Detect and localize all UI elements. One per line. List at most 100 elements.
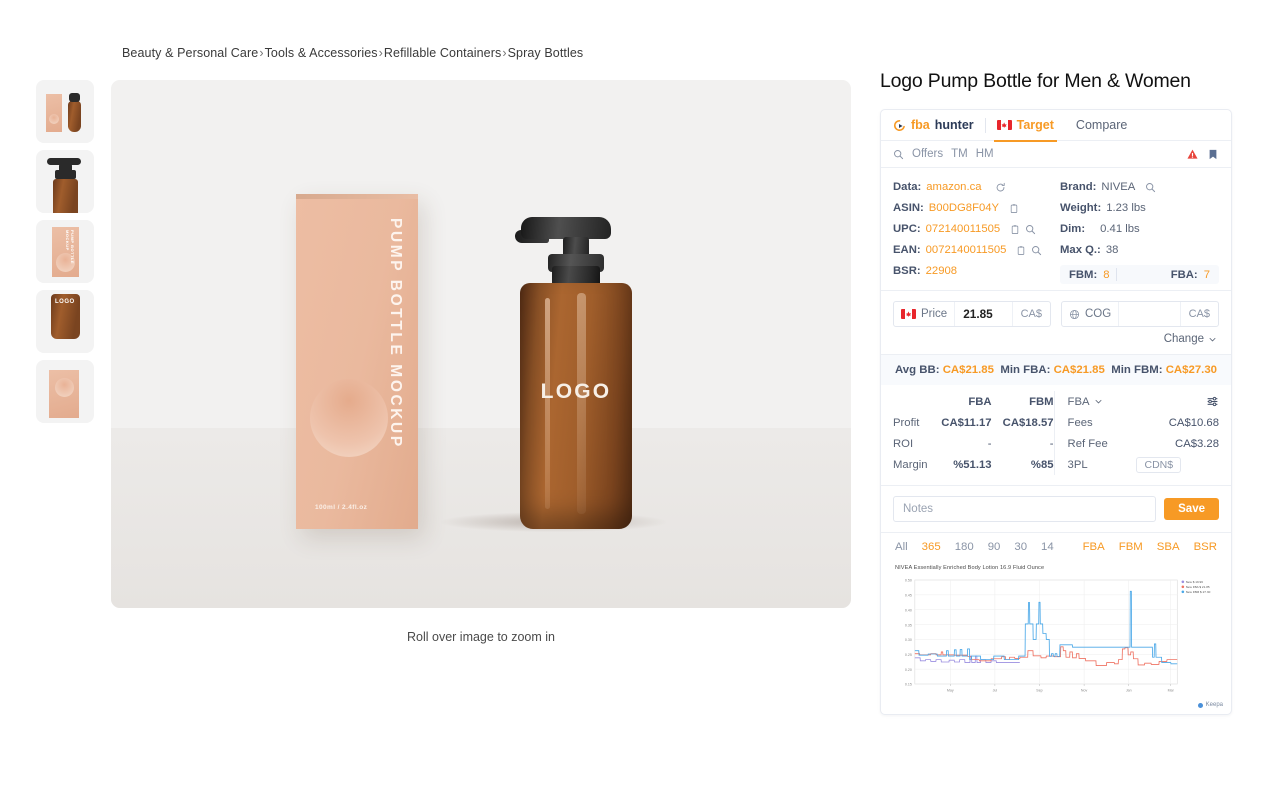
box-top-edge xyxy=(296,194,418,199)
profit-fba-value: CA$11.17 xyxy=(941,416,992,429)
change-dropdown[interactable]: Change xyxy=(881,327,1231,354)
fees-mode-label: FBA xyxy=(1067,395,1090,408)
profit-table: FBA FBM Profit CA$11.17 CA$18.57 ROI - - xyxy=(881,385,1231,485)
offers-label[interactable]: Offers xyxy=(912,148,943,160)
copy-icon[interactable] xyxy=(1016,245,1026,256)
bsr-value[interactable]: 22908 xyxy=(926,261,957,282)
settings-sliders-icon[interactable] xyxy=(1206,395,1219,408)
product-box: PUMP BOTTLE MOCKUP 100ml / 2.4fl.oz xyxy=(296,194,418,529)
copy-icon[interactable] xyxy=(1010,224,1020,235)
copy-icon[interactable] xyxy=(1009,203,1019,214)
upc-value[interactable]: 072140011505 xyxy=(926,219,1001,240)
canada-flag-icon xyxy=(901,309,916,320)
svg-text:0.20: 0.20 xyxy=(905,668,912,672)
thumbnail-bottle-logo[interactable]: LOGO xyxy=(36,290,94,353)
refresh-icon[interactable] xyxy=(995,182,1006,193)
notes-row: Notes Save xyxy=(881,486,1231,532)
svg-text:0.15: 0.15 xyxy=(905,683,912,687)
breadcrumb-item-3[interactable]: Spray Bottles xyxy=(508,46,584,60)
filter-series-sba[interactable]: SBA xyxy=(1157,541,1180,553)
box-circle-graphic xyxy=(310,379,388,457)
tab-compare[interactable]: Compare xyxy=(1065,110,1138,141)
data-row-asin: ASIN: B00DG8F04Y xyxy=(893,198,1052,219)
min-fba-label: Min FBA: xyxy=(1000,364,1051,377)
ean-label: EAN: xyxy=(893,244,921,257)
fees-value: CA$10.68 xyxy=(1168,416,1219,429)
extension-card: fba hunter Target Compare Offers TM HM D… xyxy=(880,109,1232,716)
price-history-chart[interactable]: NIVEA Essentially Enriched Body Lotion 1… xyxy=(881,559,1231,708)
filter-series-fbm[interactable]: FBM xyxy=(1119,541,1143,553)
threepl-label: 3PL xyxy=(1067,458,1088,471)
zoom-hint-caption: Roll over image to zoom in xyxy=(407,630,555,644)
thumbnail-box-angled[interactable] xyxy=(36,360,94,423)
threepl-currency-chip[interactable]: CDN$ xyxy=(1136,456,1182,473)
price-input[interactable]: Price 21.85 CA$ xyxy=(893,301,1051,328)
data-row-maxq: Max Q.: 38 xyxy=(1060,240,1219,261)
change-label: Change xyxy=(1163,333,1204,346)
thumbnail-box-front[interactable]: PUMP BOTTLE MOCKUP xyxy=(36,220,94,283)
filter-series-fba[interactable]: FBA xyxy=(1083,541,1105,553)
chevron-down-icon xyxy=(1209,337,1216,342)
thumbnail-pump-closeup[interactable] xyxy=(36,150,94,213)
bookmark-icon[interactable] xyxy=(1207,148,1219,161)
roi-fba-value: - xyxy=(987,437,992,450)
breadcrumb-item-2[interactable]: Refillable Containers xyxy=(384,46,501,60)
ean-value[interactable]: 0072140011505 xyxy=(926,240,1007,261)
svg-text:Jul: Jul xyxy=(993,689,998,693)
cog-input[interactable]: COG CA$ xyxy=(1061,301,1219,328)
search-icon[interactable] xyxy=(1025,224,1036,235)
thumbnail-box-and-bottle[interactable] xyxy=(36,80,94,143)
data-row-ean: EAN: 0072140011505 xyxy=(893,240,1052,261)
tab-target[interactable]: Target xyxy=(986,110,1065,142)
filter-range-90[interactable]: 90 xyxy=(988,541,1001,553)
filter-range-all[interactable]: All xyxy=(895,541,908,553)
filter-range-180[interactable]: 180 xyxy=(955,541,974,553)
price-prefix: Price xyxy=(894,302,956,327)
dim-label: Dim: xyxy=(1060,223,1086,236)
search-icon[interactable] xyxy=(893,149,904,160)
chart-svg: 0.15 0.20 0.25 0.30 0.35 0.40 0.45 0.50 May Jul Se… xyxy=(905,579,1211,693)
asin-value[interactable]: B00DG8F04Y xyxy=(929,198,999,219)
fees-mode-selector[interactable]: FBA xyxy=(1068,396,1206,408)
notes-input[interactable]: Notes xyxy=(893,496,1157,523)
filter-range-14[interactable]: 14 xyxy=(1041,541,1054,553)
image-background: PUMP BOTTLE MOCKUP 100ml / 2.4fl.oz LOGO xyxy=(111,80,851,608)
filter-range-365[interactable]: 365 xyxy=(922,541,941,553)
fees-columns: FBA Fees CA$10.68 Ref Fee CA$3.28 3PL CD… xyxy=(1053,391,1219,476)
main-product-image[interactable]: PUMP BOTTLE MOCKUP 100ml / 2.4fl.oz LOGO xyxy=(111,80,851,608)
breadcrumb-item-0[interactable]: Beauty & Personal Care xyxy=(122,46,258,60)
svg-text:0.35: 0.35 xyxy=(905,624,912,628)
roi-row-label: ROI xyxy=(893,437,914,450)
breadcrumb-separator: › xyxy=(502,46,507,60)
filter-series-bsr[interactable]: BSR xyxy=(1194,541,1217,553)
svg-text:0.25: 0.25 xyxy=(905,653,912,657)
keepa-dot-icon xyxy=(1197,702,1203,708)
hm-label[interactable]: HM xyxy=(976,148,994,160)
profit-row: Profit CA$11.17 CA$18.57 xyxy=(893,412,1054,433)
search-icon[interactable] xyxy=(1145,182,1156,193)
warning-icon[interactable] xyxy=(1186,148,1199,161)
brand-hunter: hunter xyxy=(934,118,974,133)
breadcrumb-separator: › xyxy=(378,46,383,60)
tm-label[interactable]: TM xyxy=(951,148,968,160)
filter-range-30[interactable]: 30 xyxy=(1014,541,1027,553)
save-button[interactable]: Save xyxy=(1164,498,1219,521)
data-value[interactable]: amazon.ca xyxy=(926,177,981,198)
margin-fba-value: %51.13 xyxy=(953,458,992,471)
offers-bar: Offers TM HM xyxy=(881,141,1231,169)
data-column-left: Data: amazon.ca ASIN: B00DG8F04Y UPC: 07… xyxy=(893,177,1052,284)
pump-head xyxy=(521,217,611,239)
chevron-down-icon xyxy=(1095,400,1101,404)
breadcrumb-item-1[interactable]: Tools & Accessories xyxy=(265,46,378,60)
profit-col-fba: FBA xyxy=(968,395,992,408)
data-row-brand: Brand: NIVEA xyxy=(1060,177,1219,198)
price-value[interactable]: 21.85 xyxy=(955,307,1011,321)
svg-text:Jan: Jan xyxy=(1126,689,1132,693)
price-cog-row: Price 21.85 CA$ COG CA$ xyxy=(881,291,1231,328)
search-icon[interactable] xyxy=(1031,245,1042,256)
cog-label: COG xyxy=(1085,308,1112,321)
svg-text:0.30: 0.30 xyxy=(905,639,912,643)
fees-row: Fees CA$10.68 xyxy=(1068,412,1219,433)
margin-fbm-value: %85 xyxy=(1030,458,1054,471)
fbm-count-label: FBM: xyxy=(1069,268,1098,281)
